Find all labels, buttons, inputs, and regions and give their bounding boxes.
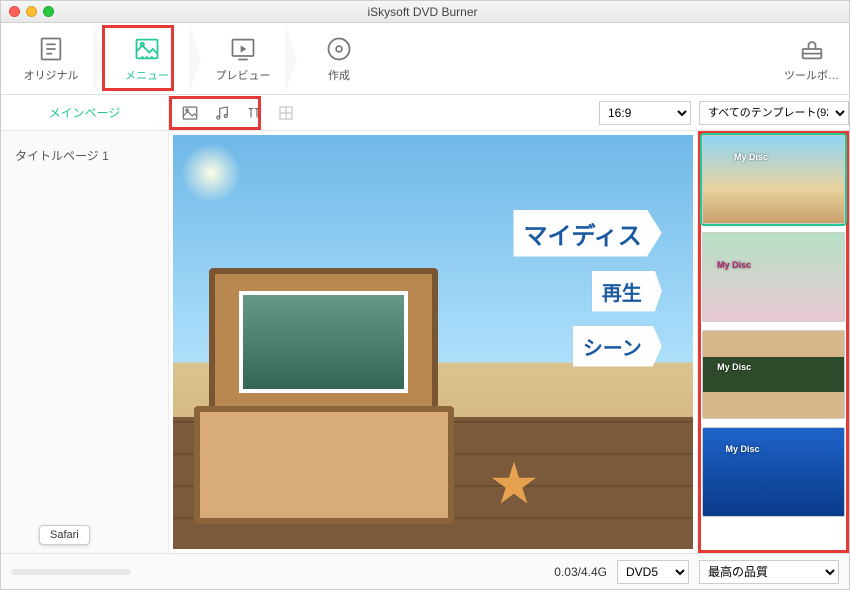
background-image-button[interactable] — [179, 102, 201, 124]
quality-select[interactable]: 最高の品質 — [699, 560, 839, 584]
template-thumbnail[interactable]: My Disc — [702, 232, 845, 321]
music-icon — [213, 104, 231, 122]
step-preview-label: プレビュー — [216, 67, 271, 83]
safari-tooltip: Safari — [39, 525, 90, 545]
step-original[interactable]: オリジナル — [11, 35, 91, 83]
menu-title-sign[interactable]: マイディス — [513, 210, 661, 257]
step-separator — [285, 23, 297, 95]
play-screen-icon — [229, 35, 257, 63]
step-separator — [93, 23, 105, 95]
step-menu-label: メニュー — [125, 67, 169, 83]
sub-toolbar: メインページ 16:9 すべてのテンプレート(92) — [1, 95, 849, 131]
text-icon — [245, 104, 263, 122]
template-filter-select[interactable]: すべてのテンプレート(92) — [699, 101, 849, 125]
suitcase-graphic — [194, 268, 454, 525]
menu-video-thumbnail[interactable] — [239, 291, 408, 392]
tab-main-page[interactable]: メインページ — [1, 95, 169, 130]
step-create[interactable]: 作成 — [299, 35, 379, 83]
step-preview[interactable]: プレビュー — [203, 35, 283, 83]
toolbox-label: ツールボ… — [784, 67, 839, 83]
window-zoom-button[interactable] — [43, 6, 54, 17]
text-button[interactable] — [243, 102, 265, 124]
disc-icon — [325, 35, 353, 63]
sun-graphic — [181, 143, 241, 203]
template-thumbnail[interactable]: My Disc — [702, 135, 845, 224]
templates-sidebar: My Disc My Disc My Disc My Disc — [697, 131, 849, 553]
title-page-item[interactable]: タイトルページ 1 — [11, 139, 158, 172]
step-toolbar: オリジナル メニュー プレビュー 作成 ツールボ… — [1, 23, 849, 95]
toolbox-button[interactable]: ツールボ… — [784, 35, 839, 83]
step-original-label: オリジナル — [24, 67, 79, 83]
document-icon — [37, 35, 65, 63]
grid-button[interactable] — [275, 102, 297, 124]
image-icon — [181, 104, 199, 122]
window-minimize-button[interactable] — [26, 6, 37, 17]
status-bar: Safari 0.03/4.4G DVD5 最高の品質 — [1, 553, 849, 589]
image-layout-icon — [133, 35, 161, 63]
toolbox-icon — [798, 35, 826, 63]
disc-type-select[interactable]: DVD5 — [617, 560, 689, 584]
template-thumbnail[interactable]: My Disc — [702, 330, 845, 419]
step-separator — [189, 23, 201, 95]
menu-scene-sign[interactable]: シーン — [573, 326, 662, 367]
menu-preview-canvas[interactable]: マイディス 再生 シーン — [173, 135, 693, 549]
titlebar: iSkysoft DVD Burner — [1, 1, 849, 23]
background-music-button[interactable] — [211, 102, 233, 124]
menu-play-sign[interactable]: 再生 — [592, 271, 662, 312]
step-create-label: 作成 — [328, 67, 350, 83]
size-progress-bar — [11, 569, 131, 575]
grid-icon — [277, 104, 295, 122]
window-close-button[interactable] — [9, 6, 20, 17]
aspect-ratio-select[interactable]: 16:9 — [599, 101, 691, 125]
window-title: iSkysoft DVD Burner — [54, 5, 791, 19]
step-menu[interactable]: メニュー — [107, 35, 187, 83]
pages-sidebar: タイトルページ 1 — [1, 131, 169, 553]
disc-size-label: 0.03/4.4G — [554, 565, 607, 579]
template-thumbnail[interactable]: My Disc — [702, 427, 845, 516]
